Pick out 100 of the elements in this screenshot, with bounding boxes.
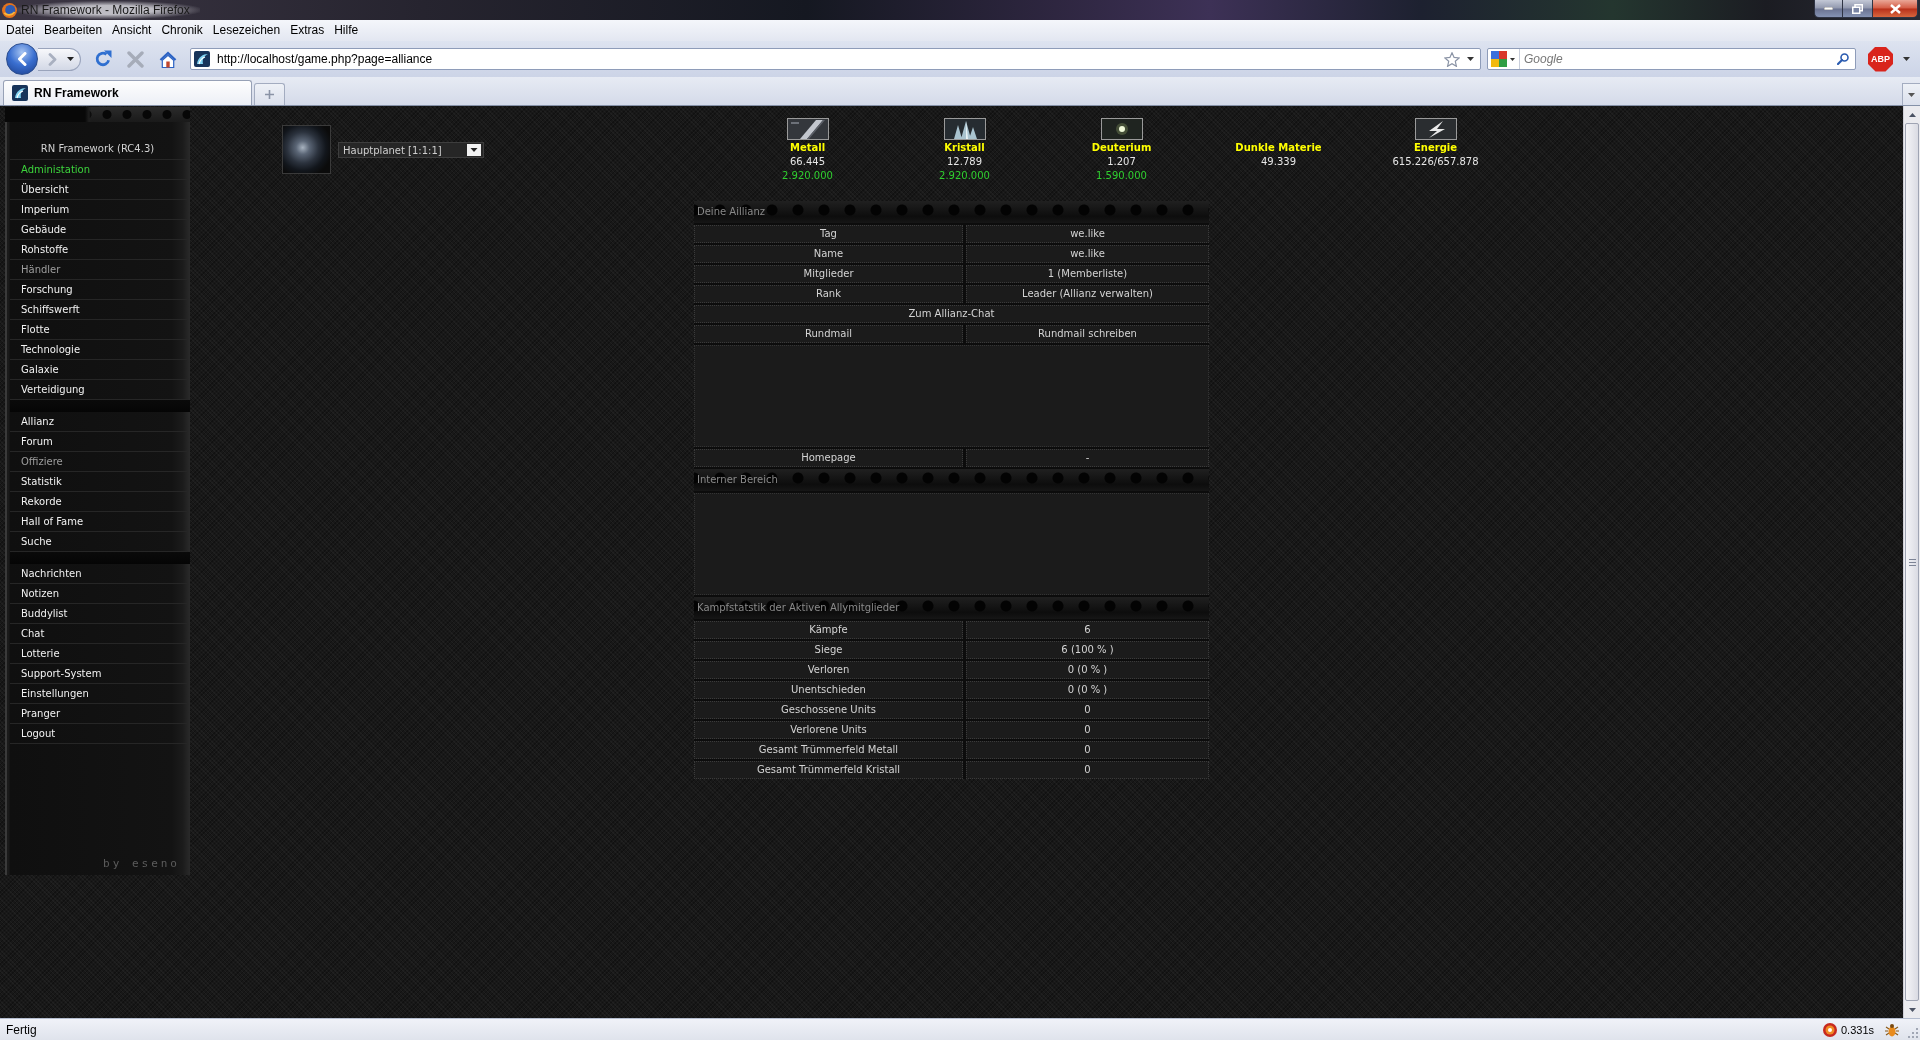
site-icon xyxy=(12,85,28,101)
close-button[interactable] xyxy=(1873,0,1918,18)
scrollbar-thumb[interactable] xyxy=(1905,123,1919,1001)
caret-icon xyxy=(1510,57,1515,61)
sidebar-link[interactable]: Rohstoffe xyxy=(10,240,187,260)
resource-production: 1.590.000 xyxy=(1096,169,1147,183)
url-field[interactable]: http://localhost/game.php?page=alliance xyxy=(190,48,1481,70)
sidebar-link[interactable]: Buddylist xyxy=(10,604,187,624)
section-header: Deine Aillianz xyxy=(694,201,1209,223)
sidebar-title: RN Framework (RC4.3) xyxy=(39,142,156,156)
menu-item[interactable]: Lesezeichen xyxy=(207,21,286,40)
timing-text: 0.331s xyxy=(1840,1023,1874,1036)
resource-name: Deuterium xyxy=(1091,141,1152,155)
sidebar-link[interactable]: Statistik xyxy=(10,472,187,492)
arrow-down-icon xyxy=(1908,1007,1916,1012)
section-header: Kampfstatstik der Aktiven Allymitglieder xyxy=(694,597,1209,619)
new-tab-button[interactable] xyxy=(254,83,285,105)
table-cell: Zum Allianz-Chat xyxy=(694,305,1209,323)
addon-button[interactable]: ABP xyxy=(1868,46,1893,72)
sidebar-link[interactable]: Chat xyxy=(10,624,187,644)
glow-icon xyxy=(1100,118,1143,140)
table-cell: 0 (0 % ) xyxy=(966,661,1209,679)
table-cell: Gesamt Trümmerfeld Metall xyxy=(694,741,963,759)
sidebar-link[interactable]: Gebäude xyxy=(10,220,187,240)
status-text: Fertig xyxy=(6,1022,37,1037)
minimize-button[interactable] xyxy=(1814,0,1843,18)
menu-item[interactable]: Extras xyxy=(285,21,330,40)
resource-production: 2.920.000 xyxy=(939,169,990,183)
sidebar-link[interactable]: Technologie xyxy=(10,340,187,360)
caret-icon xyxy=(1903,57,1910,61)
table-cell: 6 (100 % ) xyxy=(966,641,1209,659)
color-tiles-icon xyxy=(1491,51,1507,67)
tab-list-button[interactable] xyxy=(1902,83,1920,105)
table-cell: Geschossene Units xyxy=(694,701,963,719)
sidebar-link[interactable]: Forschung xyxy=(10,280,187,300)
resource-name: Energie xyxy=(1413,141,1457,155)
sidebar-link[interactable]: Notizen xyxy=(10,584,187,604)
sidebar-link[interactable]: Allianz xyxy=(10,412,187,432)
menu-item[interactable]: Datei xyxy=(1,21,39,40)
search-engine-button[interactable] xyxy=(1488,49,1520,69)
menu-item[interactable]: Bearbeiten xyxy=(39,21,108,40)
section-header: Interner Bereich xyxy=(694,469,1209,491)
sidebar-link[interactable]: Pranger xyxy=(10,704,187,724)
metal-bar-icon xyxy=(786,118,829,140)
sidebar-link[interactable]: Übersicht xyxy=(10,180,187,200)
search-icon[interactable] xyxy=(1837,53,1849,65)
sidebar-link[interactable]: Lotterie xyxy=(10,644,187,664)
caret-icon[interactable] xyxy=(1467,57,1474,61)
table-cell: 0 xyxy=(966,701,1209,719)
resource-name: Kristall xyxy=(944,141,985,155)
bug-icon[interactable] xyxy=(1885,1022,1899,1037)
table-cell: we.like xyxy=(966,225,1209,243)
arrow-up-icon xyxy=(1908,112,1916,117)
sidebar-link[interactable]: Administation xyxy=(10,159,187,180)
table-cell: 0 (0 % ) xyxy=(966,681,1209,699)
sidebar-link[interactable]: Hall of Fame xyxy=(10,512,187,532)
menu-item[interactable]: Chronik xyxy=(156,21,208,40)
table-cell: Homepage xyxy=(694,449,963,467)
globe-icon xyxy=(2,2,17,18)
history-button[interactable] xyxy=(66,47,81,71)
sidebar-link[interactable]: Nachrichten xyxy=(10,564,187,584)
resize-grip-icon xyxy=(1907,1027,1918,1038)
star-icon[interactable] xyxy=(1444,51,1460,67)
table-cell: Kämpfe xyxy=(694,621,963,639)
resource-production: 2.920.000 xyxy=(782,169,833,183)
sidebar-link[interactable]: Support-System xyxy=(10,664,187,684)
sidebar-link[interactable]: Einstellungen xyxy=(10,684,187,704)
sidebar-link[interactable]: Logout xyxy=(10,724,187,744)
sidebar-link[interactable]: Galaxie xyxy=(10,360,187,380)
resource-amount: 615.226/657.878 xyxy=(1392,155,1479,169)
table-cell: 1 (Memberliste) xyxy=(966,265,1209,283)
sidebar-link[interactable]: Rekorde xyxy=(10,492,187,512)
table-cell: 0 xyxy=(966,721,1209,739)
sidebar-link[interactable]: Forum xyxy=(10,432,187,452)
table-cell: Rundmail schreiben xyxy=(966,325,1209,343)
search-box[interactable]: Google xyxy=(1487,48,1856,70)
ring-icon[interactable] xyxy=(1822,1022,1837,1037)
photo-placeholder xyxy=(282,125,331,174)
table-cell: - xyxy=(966,449,1209,467)
planet-select[interactable]: Hauptplanet [1:1:1] xyxy=(338,142,484,158)
site-icon xyxy=(194,51,210,67)
table-cell: Name xyxy=(694,245,963,263)
sidebar-link[interactable]: Imperium xyxy=(10,200,187,220)
maximize-button[interactable] xyxy=(1843,0,1873,18)
search-field[interactable]: Google xyxy=(1524,50,1837,68)
caret-icon xyxy=(1908,92,1915,97)
house-icon xyxy=(159,50,177,68)
resource-amount: 12.789 xyxy=(947,155,982,169)
sidebar-link[interactable]: Flotte xyxy=(10,320,187,340)
table-cell: Gesamt Trümmerfeld Kristall xyxy=(694,761,963,779)
resource-name: Dunkle Materie xyxy=(1235,141,1322,155)
plus-icon xyxy=(265,90,274,99)
browser-tab[interactable]: RN Framework xyxy=(3,80,252,105)
table-cell: Rundmail xyxy=(694,325,963,343)
caret-icon xyxy=(467,144,481,156)
table-cell: Rank xyxy=(694,285,963,303)
sidebar-link[interactable]: Schiffswerft xyxy=(10,300,187,320)
menu-item[interactable]: Hilfe xyxy=(329,21,364,40)
back-button[interactable] xyxy=(6,43,38,75)
menu-item[interactable]: Ansicht xyxy=(107,21,157,40)
